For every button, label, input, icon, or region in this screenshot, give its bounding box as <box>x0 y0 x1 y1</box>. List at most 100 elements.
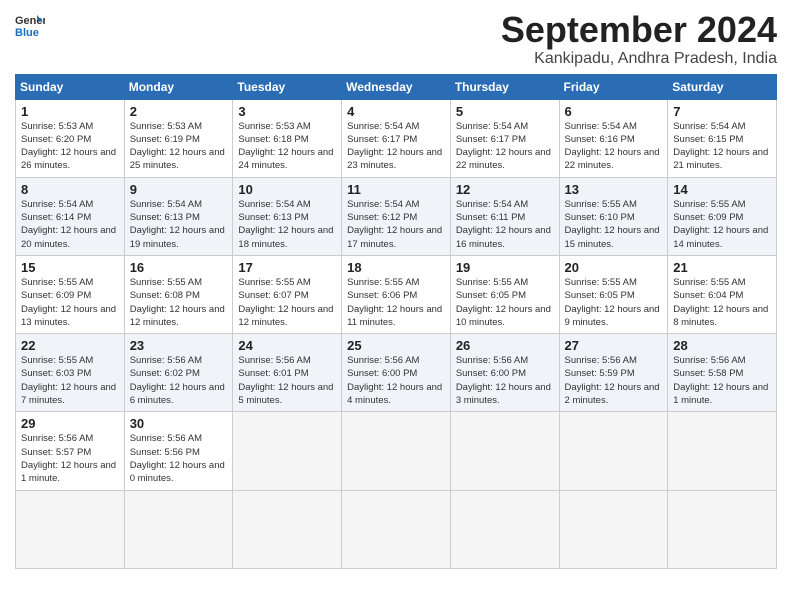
header-tuesday: Tuesday <box>233 74 342 99</box>
table-row: 18Sunrise: 5:55 AMSunset: 6:06 PMDayligh… <box>342 255 451 333</box>
day-info: Sunrise: 5:55 AMSunset: 6:10 PMDaylight:… <box>565 198 664 251</box>
table-row: 28Sunrise: 5:56 AMSunset: 5:58 PMDayligh… <box>668 334 777 412</box>
day-info: Sunrise: 5:56 AMSunset: 6:00 PMDaylight:… <box>347 354 446 407</box>
day-info: Sunrise: 5:54 AMSunset: 6:15 PMDaylight:… <box>673 120 772 173</box>
table-row: 10Sunrise: 5:54 AMSunset: 6:13 PMDayligh… <box>233 177 342 255</box>
header-thursday: Thursday <box>450 74 559 99</box>
day-info: Sunrise: 5:54 AMSunset: 6:11 PMDaylight:… <box>456 198 555 251</box>
day-info: Sunrise: 5:54 AMSunset: 6:13 PMDaylight:… <box>238 198 337 251</box>
table-row: 30Sunrise: 5:56 AMSunset: 5:56 PMDayligh… <box>124 412 233 490</box>
location-title: Kankipadu, Andhra Pradesh, India <box>501 50 777 68</box>
table-row: 15Sunrise: 5:55 AMSunset: 6:09 PMDayligh… <box>16 255 125 333</box>
day-info: Sunrise: 5:55 AMSunset: 6:09 PMDaylight:… <box>673 198 772 251</box>
day-info: Sunrise: 5:55 AMSunset: 6:09 PMDaylight:… <box>21 276 120 329</box>
day-info: Sunrise: 5:54 AMSunset: 6:17 PMDaylight:… <box>456 120 555 173</box>
table-row <box>342 412 451 490</box>
day-info: Sunrise: 5:54 AMSunset: 6:12 PMDaylight:… <box>347 198 446 251</box>
day-info: Sunrise: 5:56 AMSunset: 5:58 PMDaylight:… <box>673 354 772 407</box>
table-row <box>16 490 125 568</box>
month-title: September 2024 <box>501 10 777 50</box>
day-number: 19 <box>456 260 555 275</box>
table-row: 1Sunrise: 5:53 AMSunset: 6:20 PMDaylight… <box>16 99 125 177</box>
calendar-row <box>16 490 777 568</box>
day-info: Sunrise: 5:55 AMSunset: 6:07 PMDaylight:… <box>238 276 337 329</box>
table-row <box>124 490 233 568</box>
svg-text:Blue: Blue <box>15 27 39 39</box>
calendar-row: 8Sunrise: 5:54 AMSunset: 6:14 PMDaylight… <box>16 177 777 255</box>
day-info: Sunrise: 5:55 AMSunset: 6:05 PMDaylight:… <box>565 276 664 329</box>
day-info: Sunrise: 5:53 AMSunset: 6:20 PMDaylight:… <box>21 120 120 173</box>
table-row: 8Sunrise: 5:54 AMSunset: 6:14 PMDaylight… <box>16 177 125 255</box>
day-number: 24 <box>238 338 337 353</box>
day-number: 28 <box>673 338 772 353</box>
table-row: 9Sunrise: 5:54 AMSunset: 6:13 PMDaylight… <box>124 177 233 255</box>
day-number: 13 <box>565 182 664 197</box>
table-row: 12Sunrise: 5:54 AMSunset: 6:11 PMDayligh… <box>450 177 559 255</box>
table-row: 21Sunrise: 5:55 AMSunset: 6:04 PMDayligh… <box>668 255 777 333</box>
day-number: 27 <box>565 338 664 353</box>
day-number: 7 <box>673 104 772 119</box>
day-number: 9 <box>130 182 229 197</box>
table-row: 7Sunrise: 5:54 AMSunset: 6:15 PMDaylight… <box>668 99 777 177</box>
calendar-row: 29Sunrise: 5:56 AMSunset: 5:57 PMDayligh… <box>16 412 777 490</box>
table-row: 5Sunrise: 5:54 AMSunset: 6:17 PMDaylight… <box>450 99 559 177</box>
day-info: Sunrise: 5:54 AMSunset: 6:16 PMDaylight:… <box>565 120 664 173</box>
calendar-row: 15Sunrise: 5:55 AMSunset: 6:09 PMDayligh… <box>16 255 777 333</box>
day-number: 3 <box>238 104 337 119</box>
day-info: Sunrise: 5:54 AMSunset: 6:13 PMDaylight:… <box>130 198 229 251</box>
table-row: 29Sunrise: 5:56 AMSunset: 5:57 PMDayligh… <box>16 412 125 490</box>
day-number: 25 <box>347 338 446 353</box>
table-row: 11Sunrise: 5:54 AMSunset: 6:12 PMDayligh… <box>342 177 451 255</box>
table-row: 16Sunrise: 5:55 AMSunset: 6:08 PMDayligh… <box>124 255 233 333</box>
table-row: 23Sunrise: 5:56 AMSunset: 6:02 PMDayligh… <box>124 334 233 412</box>
day-number: 11 <box>347 182 446 197</box>
table-row: 20Sunrise: 5:55 AMSunset: 6:05 PMDayligh… <box>559 255 668 333</box>
day-info: Sunrise: 5:56 AMSunset: 5:59 PMDaylight:… <box>565 354 664 407</box>
day-number: 16 <box>130 260 229 275</box>
day-number: 5 <box>456 104 555 119</box>
day-number: 23 <box>130 338 229 353</box>
table-row: 26Sunrise: 5:56 AMSunset: 6:00 PMDayligh… <box>450 334 559 412</box>
header-row: Sunday Monday Tuesday Wednesday Thursday… <box>16 74 777 99</box>
day-number: 2 <box>130 104 229 119</box>
table-row <box>668 412 777 490</box>
table-row: 14Sunrise: 5:55 AMSunset: 6:09 PMDayligh… <box>668 177 777 255</box>
table-row: 25Sunrise: 5:56 AMSunset: 6:00 PMDayligh… <box>342 334 451 412</box>
day-info: Sunrise: 5:55 AMSunset: 6:05 PMDaylight:… <box>456 276 555 329</box>
page-header: General Blue September 2024 Kankipadu, A… <box>15 10 777 68</box>
day-number: 10 <box>238 182 337 197</box>
table-row: 19Sunrise: 5:55 AMSunset: 6:05 PMDayligh… <box>450 255 559 333</box>
table-row: 6Sunrise: 5:54 AMSunset: 6:16 PMDaylight… <box>559 99 668 177</box>
day-info: Sunrise: 5:56 AMSunset: 6:02 PMDaylight:… <box>130 354 229 407</box>
day-number: 20 <box>565 260 664 275</box>
day-info: Sunrise: 5:54 AMSunset: 6:14 PMDaylight:… <box>21 198 120 251</box>
header-monday: Monday <box>124 74 233 99</box>
day-number: 26 <box>456 338 555 353</box>
table-row: 3Sunrise: 5:53 AMSunset: 6:18 PMDaylight… <box>233 99 342 177</box>
day-info: Sunrise: 5:53 AMSunset: 6:19 PMDaylight:… <box>130 120 229 173</box>
day-number: 8 <box>21 182 120 197</box>
day-number: 15 <box>21 260 120 275</box>
title-section: September 2024 Kankipadu, Andhra Pradesh… <box>501 10 777 68</box>
day-number: 1 <box>21 104 120 119</box>
table-row <box>559 490 668 568</box>
calendar-row: 1Sunrise: 5:53 AMSunset: 6:20 PMDaylight… <box>16 99 777 177</box>
table-row: 27Sunrise: 5:56 AMSunset: 5:59 PMDayligh… <box>559 334 668 412</box>
day-number: 6 <box>565 104 664 119</box>
header-sunday: Sunday <box>16 74 125 99</box>
day-info: Sunrise: 5:56 AMSunset: 5:56 PMDaylight:… <box>130 432 229 485</box>
day-number: 29 <box>21 416 120 431</box>
header-saturday: Saturday <box>668 74 777 99</box>
calendar-table: Sunday Monday Tuesday Wednesday Thursday… <box>15 74 777 569</box>
day-info: Sunrise: 5:56 AMSunset: 5:57 PMDaylight:… <box>21 432 120 485</box>
table-row: 17Sunrise: 5:55 AMSunset: 6:07 PMDayligh… <box>233 255 342 333</box>
header-friday: Friday <box>559 74 668 99</box>
table-row: 24Sunrise: 5:56 AMSunset: 6:01 PMDayligh… <box>233 334 342 412</box>
day-number: 30 <box>130 416 229 431</box>
table-row <box>559 412 668 490</box>
table-row <box>668 490 777 568</box>
table-row <box>342 490 451 568</box>
day-info: Sunrise: 5:55 AMSunset: 6:08 PMDaylight:… <box>130 276 229 329</box>
table-row: 4Sunrise: 5:54 AMSunset: 6:17 PMDaylight… <box>342 99 451 177</box>
day-info: Sunrise: 5:54 AMSunset: 6:17 PMDaylight:… <box>347 120 446 173</box>
